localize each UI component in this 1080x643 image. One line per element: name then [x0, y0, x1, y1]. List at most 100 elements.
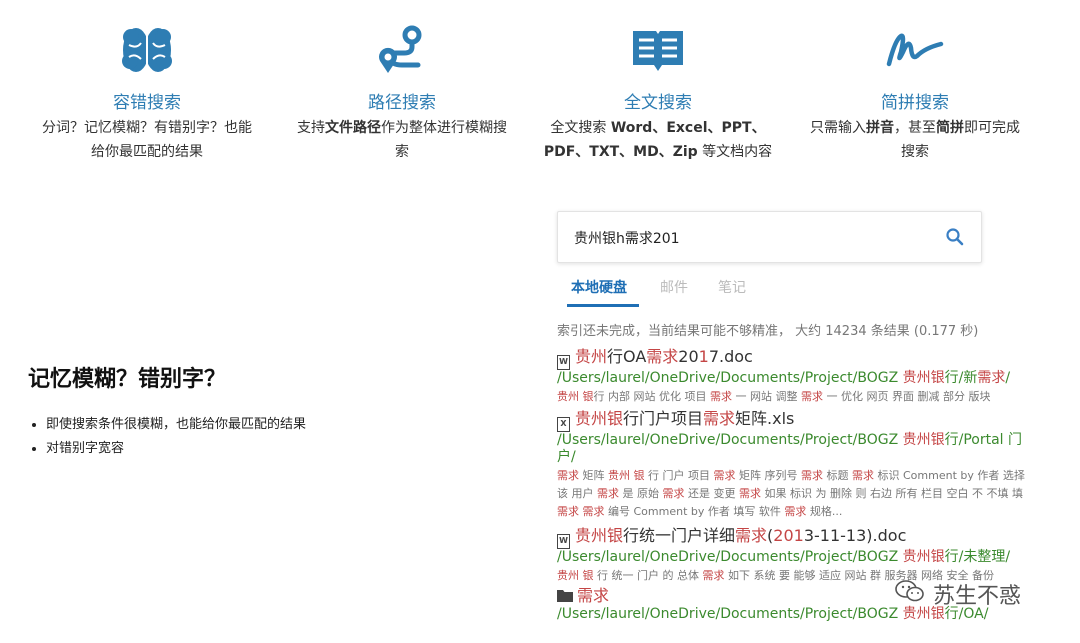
text: 20 [678, 347, 699, 366]
text: 行 统一 门户 的 总体 [593, 569, 703, 582]
result-item[interactable]: X 贵州银行门户项目需求矩阵.xls/Users/laurel/OneDrive/… [557, 408, 1037, 521]
highlight-text: 需求 [577, 586, 610, 605]
text: 一 优化 网页 界面 删减 部分 版块 [822, 390, 991, 403]
file-icon: X [557, 417, 570, 432]
highlight-text: 需求 [557, 469, 579, 482]
result-snippet: 需求 矩阵 贵州 银 行 门户 项目 需求 矩阵 序列号 需求 标题 需求 标识… [557, 467, 1037, 521]
feature-title: 简拼搜索 [881, 93, 949, 113]
feature-title: 容错搜索 [113, 93, 181, 113]
folder-icon [557, 586, 577, 605]
result-item[interactable]: W 贵州银行统一门户详细需求(2013-11-13).doc/Users/laur… [557, 525, 1037, 585]
result-item[interactable]: W 贵州行OA需求2017.doc/Users/laurel/OneDrive/D… [557, 346, 1037, 406]
book-icon [538, 22, 778, 78]
fuzzy-section: 记忆模糊？错别字？ 即使搜索条件很模糊，也能给你最匹配的结果 对错别字宽容 [28, 365, 488, 461]
feature-title: 路径搜索 [368, 93, 436, 113]
result-path: /Users/laurel/OneDrive/Documents/Project… [557, 432, 1037, 466]
highlight-text: 贵州银 [902, 370, 945, 386]
feature-desc: 支持文件路径作为整体进行模糊搜 索 [297, 120, 507, 160]
search-icon[interactable] [945, 227, 965, 251]
text: /Users/laurel/OneDrive/Documents/Project… [557, 370, 903, 386]
text: 矩阵 [579, 469, 608, 482]
watermark: 苏生不惑 [895, 578, 1021, 610]
highlight-text: 1 [698, 347, 709, 366]
highlight-text: 贵州 银 [557, 390, 594, 403]
highlight-text: 201 [773, 526, 804, 545]
text: / [1005, 370, 1011, 386]
bullet-item: 即使搜索条件很模糊，也能给你最匹配的结果 [46, 413, 488, 437]
highlight-text: 需求 [662, 487, 685, 500]
text: 是 原始 [619, 487, 663, 500]
result-status: 索引还未完成，当前结果可能不够精准， 大约 14234 条结果 (0.177 秒… [557, 324, 979, 339]
search-query[interactable]: 贵州银h需求201 [574, 228, 680, 248]
source-tabs: 本地硬盘 邮件 笔记 [557, 273, 1037, 309]
tab-notes[interactable]: 笔记 [718, 277, 746, 297]
text: 规格... [806, 505, 843, 518]
result-path: /Users/laurel/OneDrive/Documents/Project… [557, 549, 1037, 566]
text: /Users/laurel/OneDrive/Documents/Project… [557, 432, 903, 448]
highlight-text: 贵州银 [575, 409, 624, 428]
feature-desc: 分词？记忆模糊？有错别字？也能 给你最匹配的结果 [42, 120, 252, 160]
result-title[interactable]: W 贵州银行统一门户详细需求(2013-11-13).doc [557, 525, 1037, 549]
features-row: 容错搜索 分词？记忆模糊？有错别字？也能 给你最匹配的结果 路径搜索 支持文件路… [0, 0, 1080, 200]
result-title[interactable]: W 贵州行OA需求2017.doc [557, 346, 1037, 370]
file-icon: W [557, 534, 570, 549]
text: 3-11-13).doc [803, 526, 907, 545]
highlight-text: 贵州 银 [608, 469, 645, 482]
file-icon: W [557, 355, 570, 370]
active-tab-indicator [567, 304, 639, 307]
text: 一 网站 调整 [731, 390, 801, 403]
text: 还是 变更 [684, 487, 739, 500]
highlight-text: 贵州银 [902, 432, 945, 448]
text: 行 内部 网站 优化 项目 [593, 390, 710, 403]
highlight-text: 需求 [709, 390, 732, 403]
highlight-text: 需求 [784, 505, 807, 518]
highlight-text: 贵州 [575, 347, 608, 366]
feature-fulltext: 全文搜索 全文搜索 Word、Excel、PPT、 PDF、TXT、MD、Zip… [538, 22, 778, 164]
result-title[interactable]: X 贵州银行门户项目需求矩阵.xls [557, 408, 1037, 432]
highlight-text: 需求 [703, 409, 736, 428]
highlight-text: 需求 需求 [557, 505, 605, 518]
highlight-text: 贵州银 [575, 526, 624, 545]
feature-bullets: 即使搜索条件很模糊，也能给你最匹配的结果 对错别字宽容 [28, 413, 488, 461]
highlight-text: 需求 [800, 390, 823, 403]
highlight-text: 需求 [852, 469, 874, 482]
text: 编号 Comment by 作者 填写 软件 [604, 505, 785, 518]
text: 标题 [823, 469, 852, 482]
highlight-text: 需求 [702, 569, 725, 582]
highlight-text: 贵州 银 [557, 569, 594, 582]
tab-mail[interactable]: 邮件 [660, 277, 688, 297]
text: 矩阵.xls [735, 409, 795, 428]
wechat-icon [895, 579, 925, 609]
highlight-text: 需求 [597, 487, 619, 500]
bullet-item: 对错别字宽容 [46, 437, 488, 461]
feature-desc: 只需输入拼音，甚至简拼即可完成 搜索 [810, 120, 1020, 160]
highlight-text: 需求 [735, 526, 768, 545]
feature-title: 全文搜索 [624, 93, 692, 113]
text: 行/未整理/ [944, 549, 1011, 565]
highlight-text: 需求 [646, 347, 679, 366]
route-icon [282, 22, 522, 78]
section-heading: 记忆模糊？错别字？ [28, 367, 227, 392]
highlight-text: 需求 [801, 469, 823, 482]
tab-local-disk[interactable]: 本地硬盘 [571, 277, 627, 297]
text: 行OA [607, 347, 647, 366]
watermark-text: 苏生不惑 [933, 584, 1022, 609]
feature-path: 路径搜索 支持文件路径作为整体进行模糊搜 索 [282, 22, 522, 164]
text: 如果 标识 为 删除 则 右边 所有 栏目 空白 不 不填 填 [761, 487, 1023, 500]
text: /Users/laurel/OneDrive/Documents/Project… [557, 606, 903, 622]
text: 7.doc [708, 347, 753, 366]
highlight-text: 需求 [713, 469, 736, 482]
search-input[interactable]: 贵州银h需求201 [557, 211, 982, 263]
highlight-text: 需求 [739, 487, 761, 500]
text: /Users/laurel/OneDrive/Documents/Project… [557, 549, 903, 565]
feature-desc: 全文搜索 Word、Excel、PPT、 PDF、TXT、MD、Zip 等文档内… [543, 120, 773, 160]
text: 行统一门户详细 [623, 526, 736, 545]
result-path: /Users/laurel/OneDrive/Documents/Project… [557, 370, 1037, 387]
feature-pinyin: 简拼搜索 只需输入拼音，甚至简拼即可完成 搜索 [795, 22, 1035, 164]
highlight-text: 贵州银 [902, 549, 945, 565]
feature-fuzzy: 容错搜索 分词？记忆模糊？有错别字？也能 给你最匹配的结果 [27, 22, 267, 164]
text: 行 门户 项目 [644, 469, 714, 482]
text: 行/新 [944, 370, 978, 386]
result-snippet: 贵州 银行 内部 网站 优化 项目 需求 一 网站 调整 需求 一 优化 网页 … [557, 388, 1037, 406]
highlight-text: 需求 [977, 370, 1006, 386]
